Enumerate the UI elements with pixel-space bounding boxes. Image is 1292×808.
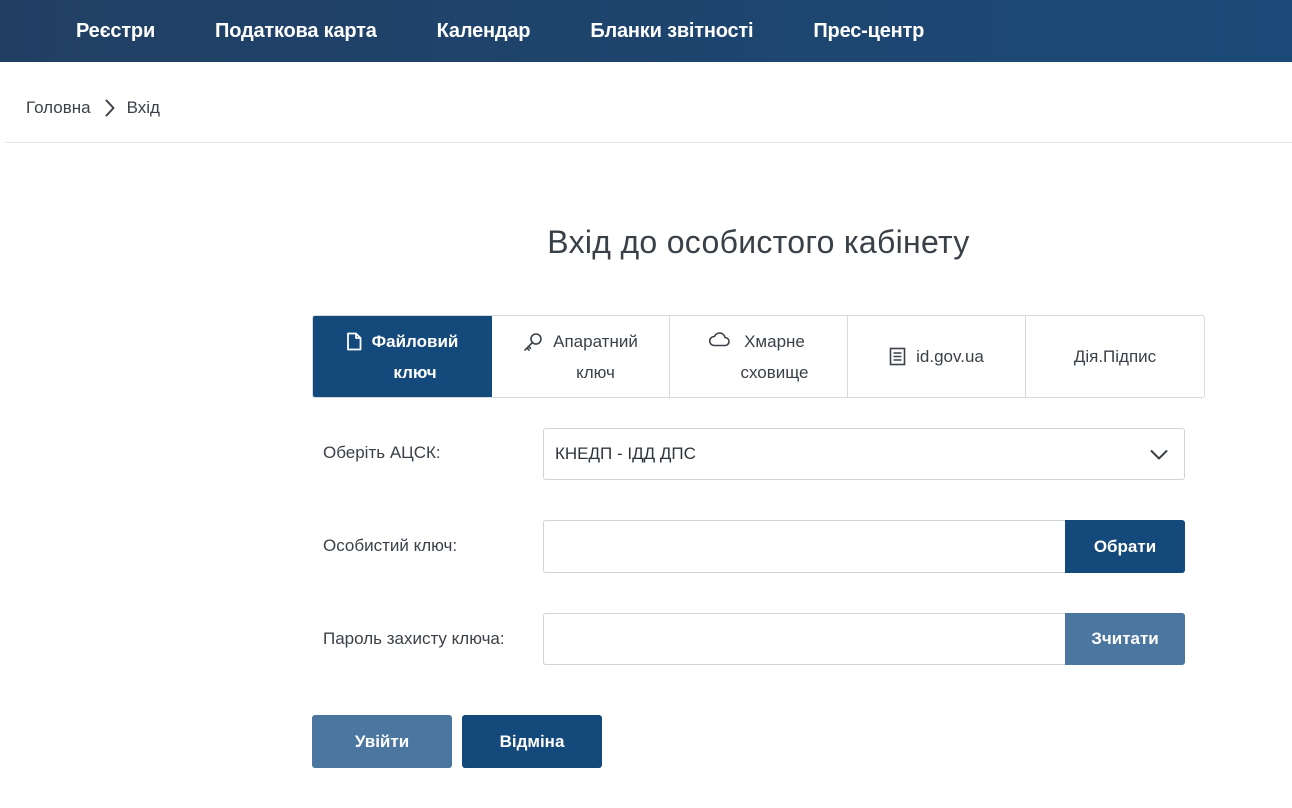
nav-item-tax-map[interactable]: Податкова карта	[215, 20, 377, 43]
key-icon	[523, 332, 543, 352]
private-key-label: Особистий ключ:	[323, 536, 458, 555]
tab-diia-signature[interactable]: Дія.Підпис	[1026, 316, 1204, 397]
tab-id-gov-ua[interactable]: id.gov.ua	[848, 316, 1026, 397]
page-title: Вхід до особистого кабінету	[547, 224, 970, 260]
document-icon	[889, 347, 906, 366]
tab-label-line-2: ключ	[393, 362, 437, 382]
cloud-icon	[708, 331, 731, 347]
tab-label-line-1: Хмарне	[744, 331, 805, 351]
login-method-tabs: Файловий ключ Апаратний ключ Хмарне сховище…	[312, 315, 1205, 398]
private-key-input[interactable]	[543, 520, 1066, 573]
tab-label: Хмарне сховище	[740, 326, 808, 388]
tab-label: Апаратний ключ	[553, 326, 638, 388]
file-icon	[346, 332, 362, 351]
choose-key-button[interactable]: Обрати	[1065, 520, 1185, 573]
nav-item-calendar[interactable]: Календар	[437, 20, 531, 43]
read-key-button[interactable]: Зчитати	[1065, 613, 1185, 665]
tab-hardware-key[interactable]: Апаратний ключ	[492, 316, 670, 397]
login-button[interactable]: Увійти	[312, 715, 452, 768]
acsk-label: Оберіть АЦСК:	[323, 443, 441, 462]
chevron-right-icon	[105, 99, 115, 117]
acsk-selected-value: КНЕДП - ІДД ДПС	[555, 444, 696, 463]
divider	[5, 142, 1292, 143]
tab-label: id.gov.ua	[916, 347, 984, 366]
breadcrumb-home[interactable]: Головна	[26, 98, 91, 118]
acsk-select[interactable]: КНЕДП - ІДД ДПС	[543, 428, 1185, 480]
key-password-label: Пароль захисту ключа:	[323, 629, 505, 648]
top-navigation: Реєстри Податкова карта Календар Бланки …	[0, 0, 1292, 62]
tab-cloud-storage[interactable]: Хмарне сховище	[670, 316, 848, 397]
tab-label-line-2: ключ	[576, 362, 615, 382]
tab-label: Файловий ключ	[372, 326, 459, 388]
tab-label-line-1: Апаратний	[553, 331, 638, 351]
key-password-input[interactable]	[543, 613, 1066, 665]
tab-label-line-2: сховище	[740, 362, 809, 382]
nav-item-press-center[interactable]: Прес-центр	[813, 20, 924, 43]
chevron-down-icon	[1149, 445, 1169, 470]
cancel-button[interactable]: Відміна	[462, 715, 602, 768]
breadcrumb: Головна Вхід	[26, 96, 160, 120]
tab-label-line-1: Файловий	[371, 331, 459, 351]
nav-item-report-forms[interactable]: Бланки звітності	[590, 20, 753, 43]
tab-label: Дія.Підпис	[1073, 347, 1157, 366]
breadcrumb-current: Вхід	[126, 98, 160, 117]
tab-file-key[interactable]: Файловий ключ	[313, 316, 492, 397]
nav-item-registries[interactable]: Реєстри	[76, 20, 155, 43]
